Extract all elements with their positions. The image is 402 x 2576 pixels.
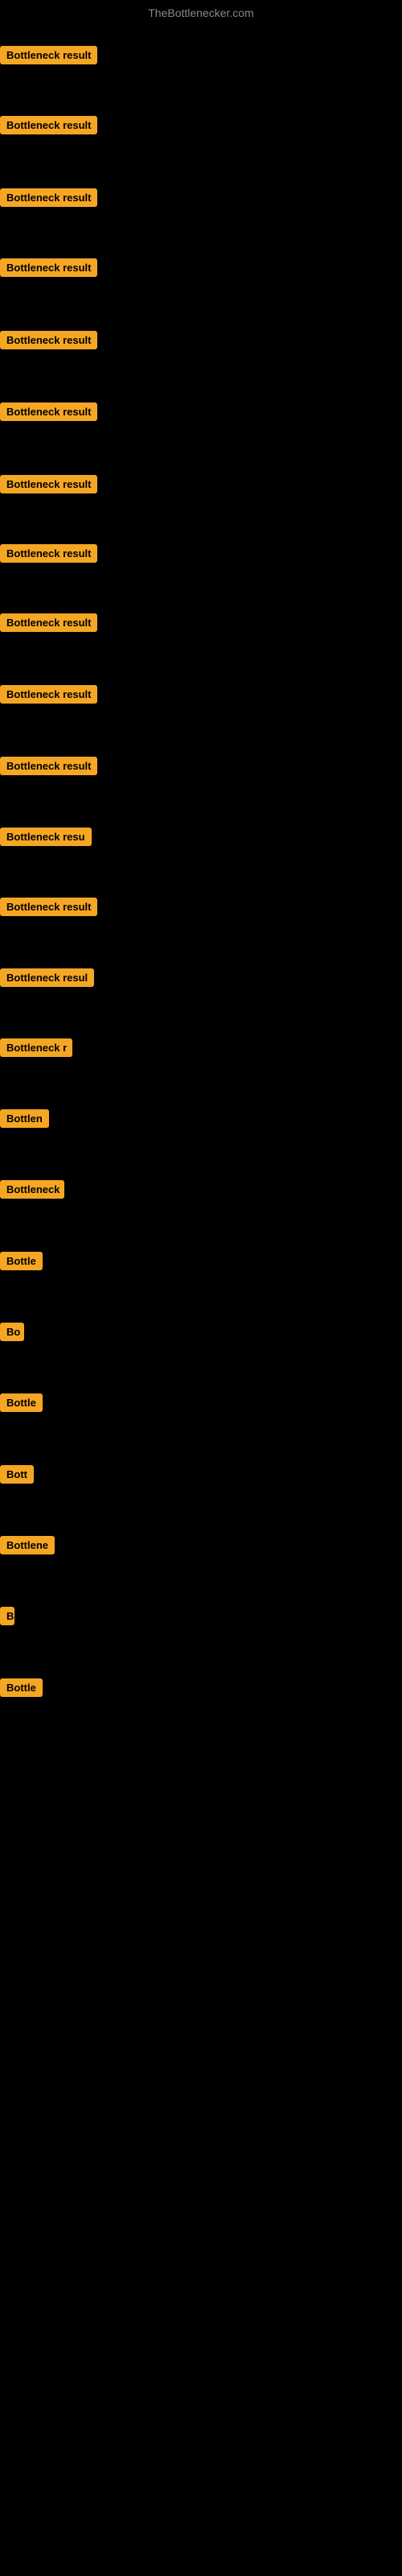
bottleneck-badge-5: Bottleneck result [0,331,97,349]
result-item-17[interactable]: Bottleneck [0,1180,64,1203]
result-item-8[interactable]: Bottleneck result [0,544,97,567]
result-item-18[interactable]: Bottle [0,1252,43,1274]
result-item-12[interactable]: Bottleneck resu [0,828,92,850]
result-item-9[interactable]: Bottleneck result [0,613,97,636]
bottleneck-badge-11: Bottleneck result [0,757,97,775]
bottleneck-badge-21: Bott [0,1465,34,1484]
site-title: TheBottlenecker.com [0,0,402,26]
bottleneck-badge-16: Bottlen [0,1109,49,1128]
result-item-15[interactable]: Bottleneck r [0,1038,72,1061]
result-item-10[interactable]: Bottleneck result [0,685,97,708]
result-item-6[interactable]: Bottleneck result [0,402,97,425]
bottleneck-badge-19: Bo [0,1323,24,1341]
bottleneck-badge-17: Bottleneck [0,1180,64,1199]
bottleneck-badge-4: Bottleneck result [0,258,97,277]
result-item-4[interactable]: Bottleneck result [0,258,97,281]
bottleneck-badge-3: Bottleneck result [0,188,97,207]
bottleneck-badge-6: Bottleneck result [0,402,97,421]
bottleneck-badge-9: Bottleneck result [0,613,97,632]
bottleneck-badge-12: Bottleneck resu [0,828,92,846]
bottleneck-badge-7: Bottleneck result [0,475,97,493]
bottleneck-badge-24: Bottle [0,1678,43,1697]
result-item-5[interactable]: Bottleneck result [0,331,97,353]
result-item-7[interactable]: Bottleneck result [0,475,97,497]
result-item-3[interactable]: Bottleneck result [0,188,97,211]
result-item-16[interactable]: Bottlen [0,1109,49,1132]
result-item-19[interactable]: Bo [0,1323,24,1345]
result-item-2[interactable]: Bottleneck result [0,116,97,138]
bottleneck-badge-20: Bottle [0,1393,43,1412]
result-item-11[interactable]: Bottleneck result [0,757,97,779]
bottleneck-badge-1: Bottleneck result [0,46,97,64]
bottleneck-badge-14: Bottleneck resul [0,968,94,987]
result-item-14[interactable]: Bottleneck resul [0,968,94,991]
bottleneck-badge-10: Bottleneck result [0,685,97,704]
bottleneck-badge-2: Bottleneck result [0,116,97,134]
bottleneck-badge-18: Bottle [0,1252,43,1270]
result-item-20[interactable]: Bottle [0,1393,43,1416]
bottleneck-badge-13: Bottleneck result [0,898,97,916]
result-item-1[interactable]: Bottleneck result [0,46,97,68]
bottleneck-badge-8: Bottleneck result [0,544,97,563]
result-item-21[interactable]: Bott [0,1465,34,1488]
result-item-22[interactable]: Bottlene [0,1536,55,1558]
bottleneck-badge-22: Bottlene [0,1536,55,1554]
result-item-23[interactable]: B [0,1607,14,1629]
bottleneck-badge-15: Bottleneck r [0,1038,72,1057]
bottleneck-badge-23: B [0,1607,14,1625]
result-item-13[interactable]: Bottleneck result [0,898,97,920]
result-item-24[interactable]: Bottle [0,1678,43,1701]
